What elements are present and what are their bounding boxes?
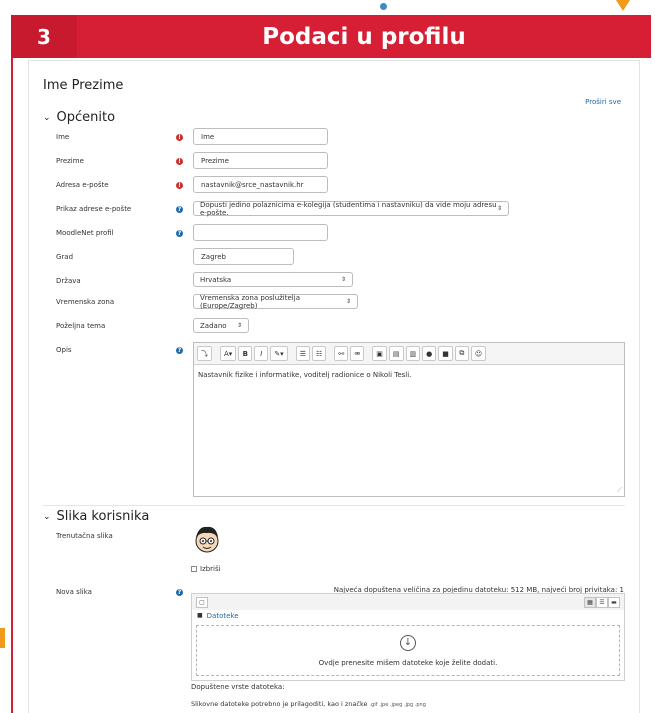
folder-link[interactable]: Datoteke xyxy=(207,612,239,620)
resize-handle-icon[interactable]: ⟋ xyxy=(617,486,622,495)
avatar xyxy=(195,526,219,553)
copy-icon[interactable]: ⧉ xyxy=(454,346,469,361)
help-icon[interactable]: ? xyxy=(176,347,183,354)
new-picture-label: Nova slika xyxy=(56,588,92,596)
theme-label: Poželjna tema xyxy=(56,322,106,330)
top-decoration-triangle xyxy=(616,0,630,11)
country-select[interactable]: Hrvatska ⇕ xyxy=(193,272,353,287)
help-icon[interactable]: ? xyxy=(176,230,183,237)
chevron-down-icon: ⌄ xyxy=(43,511,51,522)
section-picture-title: Slika korisnika xyxy=(56,509,150,524)
theme-value: Zadano xyxy=(200,321,227,330)
select-arrows-icon: ⇕ xyxy=(496,205,502,212)
email-input[interactable]: nastavnik@srce_nastavnik.hr xyxy=(193,176,328,193)
add-file-icon[interactable]: ▢ xyxy=(196,596,208,608)
file-icon[interactable]: ▥ xyxy=(405,346,421,361)
timezone-label: Vremenska zona xyxy=(56,298,115,306)
select-arrows-icon: ⇕ xyxy=(236,322,242,329)
help-icon[interactable]: ? xyxy=(176,206,183,213)
microphone-icon[interactable]: ● xyxy=(422,346,437,361)
ordered-list-icon[interactable]: ☷ xyxy=(311,346,327,361)
moodlenet-input[interactable] xyxy=(193,224,328,241)
required-icon: ! xyxy=(176,182,183,189)
emoji-icon[interactable]: ☺ xyxy=(470,346,487,361)
moodlenet-label: MoodleNet profil xyxy=(56,229,114,237)
unlink-icon[interactable]: ⚮ xyxy=(350,346,365,361)
required-icon: ! xyxy=(176,134,183,141)
link-icon[interactable]: ⚯ xyxy=(334,346,349,361)
first-name-label: Ime xyxy=(56,133,70,141)
page-title: Ime Prezime xyxy=(43,78,124,93)
delete-picture-checkbox[interactable]: Izbriši xyxy=(191,565,221,573)
list-view-icon[interactable]: ☰ xyxy=(596,596,608,608)
file-types-description: Slikovne datoteke potrebno je prilagodit… xyxy=(191,700,426,708)
chevron-down-icon: ⌄ xyxy=(43,112,51,123)
country-label: Država xyxy=(56,277,81,285)
download-arrow-icon: ↓ xyxy=(400,634,416,651)
side-orange-marker xyxy=(0,628,5,648)
section-picture-toggle[interactable]: ⌄ Slika korisnika xyxy=(43,509,149,524)
section-banner: 3 Podaci u profilu xyxy=(11,15,651,58)
italic-button[interactable]: I xyxy=(254,346,269,361)
folder-path: ■ Datoteke xyxy=(192,610,624,621)
country-value: Hrvatska xyxy=(200,275,232,284)
city-label: Grad xyxy=(56,253,74,261)
theme-select[interactable]: Zadano ⇕ xyxy=(193,318,249,333)
email-display-label: Prikaz adrese e-pošte xyxy=(56,205,132,213)
section-general-title: Općenito xyxy=(56,110,116,125)
unordered-list-icon[interactable]: ☰ xyxy=(295,346,310,361)
section-general-toggle[interactable]: ⌄ Općenito xyxy=(43,110,115,125)
last-name-input[interactable]: Prezime xyxy=(193,152,328,169)
email-display-value: Dopusti jedino polaznicima e-kolegija (s… xyxy=(200,200,497,217)
font-style-label: A xyxy=(224,349,229,358)
file-picker: ▢ ▦ ☰ ▬ ■ Datoteke ↓ Ovdje prenesite miš… xyxy=(191,593,625,681)
description-text[interactable]: Nastavnik fizike i informatike, voditelj… xyxy=(194,365,624,385)
section-divider xyxy=(43,505,625,506)
video-icon[interactable]: ■ xyxy=(438,346,453,361)
image-icon[interactable]: ▤ xyxy=(388,346,404,361)
timezone-value: Vremenska zona poslužitelja (Europe/Zagr… xyxy=(200,293,300,310)
checkbox-box[interactable] xyxy=(191,566,197,572)
city-input[interactable]: Zagreb xyxy=(193,248,294,265)
file-types-extensions: .gif .jpe .jpeg .jpg .png xyxy=(369,702,426,708)
required-icon: ! xyxy=(176,158,183,165)
folder-icon: ■ xyxy=(197,612,203,619)
bold-button[interactable]: B xyxy=(238,346,253,361)
top-decoration-dot xyxy=(380,3,387,10)
tree-view-icon[interactable]: ▬ xyxy=(608,596,620,608)
frame-left-border xyxy=(11,58,13,713)
delete-picture-label: Izbriši xyxy=(200,565,221,573)
current-picture-label: Trenutačna slika xyxy=(56,532,113,540)
email-label: Adresa e-pošte xyxy=(56,181,109,189)
help-icon[interactable]: ? xyxy=(176,589,183,596)
grid-view-icon[interactable]: ▦ xyxy=(584,596,596,608)
last-name-label: Prezime xyxy=(56,157,84,165)
file-dropzone[interactable]: ↓ Ovdje prenesite mišem datoteke koje že… xyxy=(196,625,620,676)
font-style-button[interactable]: A ▾ xyxy=(220,346,237,361)
file-types-text: Slikovne datoteke potrebno je prilagodit… xyxy=(191,700,368,708)
brush-icon[interactable]: ✎▾ xyxy=(270,346,288,361)
editor-toolbar: ⤵ A ▾ B I ✎▾ ☰ ☷ ⚯ ⚮ ▣ ▤ ▥ ● ■ ⧉ ☺ xyxy=(194,343,624,365)
select-arrows-icon: ⇕ xyxy=(340,276,346,283)
media-icon[interactable]: ▣ xyxy=(372,346,387,361)
dropzone-text: Ovdje prenesite mišem datoteke koje želi… xyxy=(318,658,498,667)
email-display-select[interactable]: Dopusti jedino polaznicima e-kolegija (s… xyxy=(193,200,509,217)
banner-number: 3 xyxy=(11,15,77,58)
description-label: Opis xyxy=(56,346,72,354)
profile-form: Ime Prezime Proširi sve ⌄ Općenito Ime !… xyxy=(28,60,640,713)
banner-title: Podaci u profilu xyxy=(262,23,466,50)
file-types-title: Dopuštene vrste datoteka: xyxy=(191,683,285,691)
toolbar-toggle-button[interactable]: ⤵ xyxy=(197,346,212,361)
view-switcher: ▦ ☰ ▬ xyxy=(584,596,620,608)
select-arrows-icon: ⇕ xyxy=(345,298,351,305)
expand-all-link[interactable]: Proširi sve xyxy=(585,98,621,106)
file-picker-toolbar: ▢ ▦ ☰ ▬ xyxy=(192,594,624,610)
first-name-input[interactable]: Ime xyxy=(193,128,328,145)
timezone-select[interactable]: Vremenska zona poslužitelja (Europe/Zagr… xyxy=(193,293,358,310)
description-editor[interactable]: ⤵ A ▾ B I ✎▾ ☰ ☷ ⚯ ⚮ ▣ ▤ ▥ ● ■ ⧉ ☺ Nastav… xyxy=(193,342,625,497)
